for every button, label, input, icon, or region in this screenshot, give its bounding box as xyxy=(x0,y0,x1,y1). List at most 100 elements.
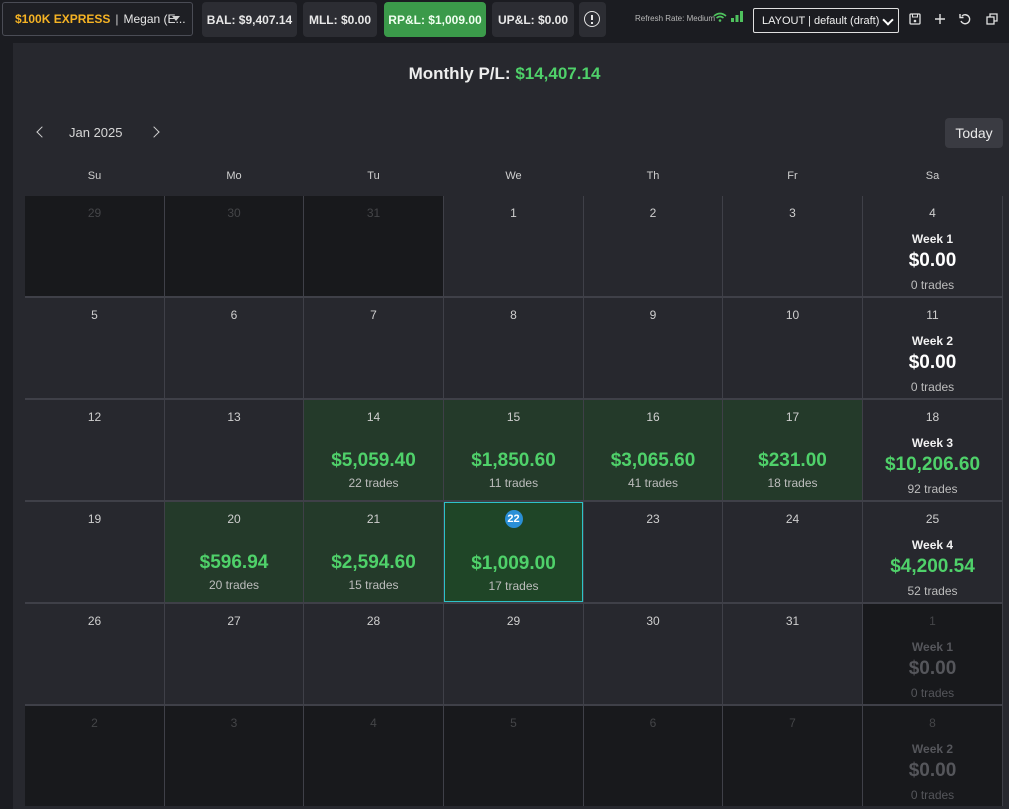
day-number: 4 xyxy=(929,206,936,220)
calendar-day[interactable]: 21 $2,594.60 15 trades xyxy=(304,502,443,602)
calendar-day[interactable]: 6 xyxy=(584,706,722,806)
week-summary-cell[interactable]: 11 Week 2 $0.00 0 trades xyxy=(863,298,1002,398)
today-badge: 22 xyxy=(504,510,523,528)
calendar-day[interactable]: 4 xyxy=(304,706,443,806)
week-summary-cell[interactable]: 8 Week 2 $0.00 0 trades xyxy=(863,706,1002,806)
week-label: Week 2 xyxy=(911,334,954,348)
week-label: Week 4 xyxy=(911,538,954,552)
day-number: 30 xyxy=(227,206,241,220)
monthly-pl-value: $14,407.14 xyxy=(515,64,601,83)
chevron-down-icon xyxy=(882,14,894,26)
calendar-day[interactable]: 19 xyxy=(25,502,164,602)
day-number: 16 xyxy=(646,410,660,424)
calendar-day[interactable]: 15 $1,850.60 11 trades xyxy=(444,400,583,500)
calendar-day[interactable]: 23 xyxy=(584,502,722,602)
day-number: 31 xyxy=(785,614,800,628)
week-pl: $0.00 xyxy=(908,352,957,373)
day-number: 2 xyxy=(649,206,657,220)
day-number: 8 xyxy=(510,308,517,322)
day-number: 6 xyxy=(649,716,657,730)
rpl-pill[interactable]: RP&L: $1,009.00 xyxy=(384,2,486,37)
week-pl: $0.00 xyxy=(908,658,957,679)
calendar-day[interactable]: 7 xyxy=(304,298,443,398)
day-pl: $1,009.00 xyxy=(471,553,556,574)
day-number: 11 xyxy=(926,308,939,322)
calendar-day[interactable]: 30 xyxy=(584,604,722,704)
day-number: 7 xyxy=(789,716,796,730)
today-button[interactable]: Today xyxy=(945,118,1003,148)
day-number: 3 xyxy=(230,716,238,730)
week-summary-cell[interactable]: 4 Week 1 $0.00 0 trades xyxy=(863,196,1002,296)
calendar-day[interactable]: 2 xyxy=(25,706,164,806)
day-number: 2 xyxy=(91,716,98,730)
calendar-day[interactable]: 12 xyxy=(25,400,164,500)
day-number: 15 xyxy=(506,410,521,424)
windows-icon[interactable] xyxy=(985,12,999,26)
calendar-day[interactable]: 17 $231.00 18 trades xyxy=(723,400,862,500)
top-toolbar: $100K EXPRESS | Megan (E... BAL: $9,407.… xyxy=(0,0,1009,40)
calendar-day[interactable]: 8 xyxy=(444,298,583,398)
week-pl: $4,200.54 xyxy=(890,556,975,577)
calendar-day[interactable]: 31 xyxy=(304,196,443,296)
balance-pill[interactable]: BAL: $9,407.14 xyxy=(202,2,297,37)
calendar-day[interactable]: 13 xyxy=(165,400,303,500)
day-number: 17 xyxy=(785,410,800,424)
day-pl: $231.00 xyxy=(758,450,827,471)
plus-icon[interactable] xyxy=(933,12,947,26)
calendar-day[interactable]: 9 xyxy=(584,298,722,398)
week-trades: 52 trades xyxy=(907,584,958,598)
calendar-day[interactable]: 6 xyxy=(165,298,303,398)
layout-select[interactable]: LAYOUT | default (draft) xyxy=(753,8,899,33)
day-number: 9 xyxy=(649,308,657,322)
calendar-day[interactable]: 5 xyxy=(25,298,164,398)
calendar-day[interactable]: 3 xyxy=(165,706,303,806)
calendar-day[interactable]: 10 xyxy=(723,298,862,398)
week-trades: 0 trades xyxy=(910,278,955,292)
save-icon[interactable] xyxy=(908,12,922,26)
mll-pill[interactable]: MLL: $0.00 xyxy=(303,2,377,37)
undo-icon[interactable] xyxy=(958,12,972,26)
week-summary-cell[interactable]: 25 Week 4 $4,200.54 52 trades xyxy=(863,502,1002,602)
week-summary-cell[interactable]: 18 Week 3 $10,206.60 92 trades xyxy=(863,400,1002,500)
week-pl: $0.00 xyxy=(908,760,957,781)
week-pl: $0.00 xyxy=(908,250,957,271)
week-trades: 92 trades xyxy=(907,482,958,496)
alert-button[interactable] xyxy=(579,2,606,37)
calendar-day[interactable]: 28 xyxy=(304,604,443,704)
week-summary-cell[interactable]: 1 Week 1 $0.00 0 trades xyxy=(863,604,1002,704)
dow-th: Th xyxy=(646,170,660,182)
calendar-day[interactable]: 14 $5,059.40 22 trades xyxy=(304,400,443,500)
day-number: 5 xyxy=(510,716,517,730)
calendar-day[interactable]: 31 xyxy=(723,604,862,704)
calendar-day[interactable]: 5 xyxy=(444,706,583,806)
calendar-day[interactable]: 26 xyxy=(25,604,164,704)
calendar-day[interactable]: 7 xyxy=(723,706,862,806)
week-trades: 0 trades xyxy=(910,380,955,394)
calendar-day[interactable]: 29 xyxy=(444,604,583,704)
day-number: 7 xyxy=(370,308,377,322)
layout-select-value: LAYOUT | default (draft) xyxy=(762,14,880,27)
dow-mo: Mo xyxy=(226,170,242,182)
account-selector[interactable]: $100K EXPRESS | Megan (E... xyxy=(2,2,193,36)
calendar-day[interactable]: 24 xyxy=(723,502,862,602)
calendar-day[interactable]: 3 xyxy=(723,196,862,296)
calendar-day[interactable]: 22 $1,009.00 17 trades xyxy=(444,502,583,602)
day-number: 20 xyxy=(227,512,241,526)
calendar-day[interactable]: 27 xyxy=(165,604,303,704)
calendar-day[interactable]: 1 xyxy=(444,196,583,296)
calendar-day[interactable]: 20 $596.94 20 trades xyxy=(165,502,303,602)
day-trades: 22 trades xyxy=(348,476,399,490)
day-number: 24 xyxy=(785,512,800,526)
account-separator: | xyxy=(115,12,119,26)
calendar-day[interactable]: 16 $3,065.60 41 trades xyxy=(584,400,722,500)
dow-sa: Sa xyxy=(925,170,940,182)
calendar-day[interactable]: 2 xyxy=(584,196,722,296)
day-number: 3 xyxy=(789,206,796,220)
calendar-day[interactable]: 29 xyxy=(25,196,164,296)
left-gutter xyxy=(0,43,13,809)
day-number: 4 xyxy=(370,716,377,730)
upl-pill[interactable]: UP&L: $0.00 xyxy=(492,2,574,37)
monthly-pl: Monthly P/L: $14,407.14 xyxy=(0,64,1009,84)
calendar-day[interactable]: 30 xyxy=(165,196,303,296)
day-number: 1 xyxy=(929,614,936,628)
